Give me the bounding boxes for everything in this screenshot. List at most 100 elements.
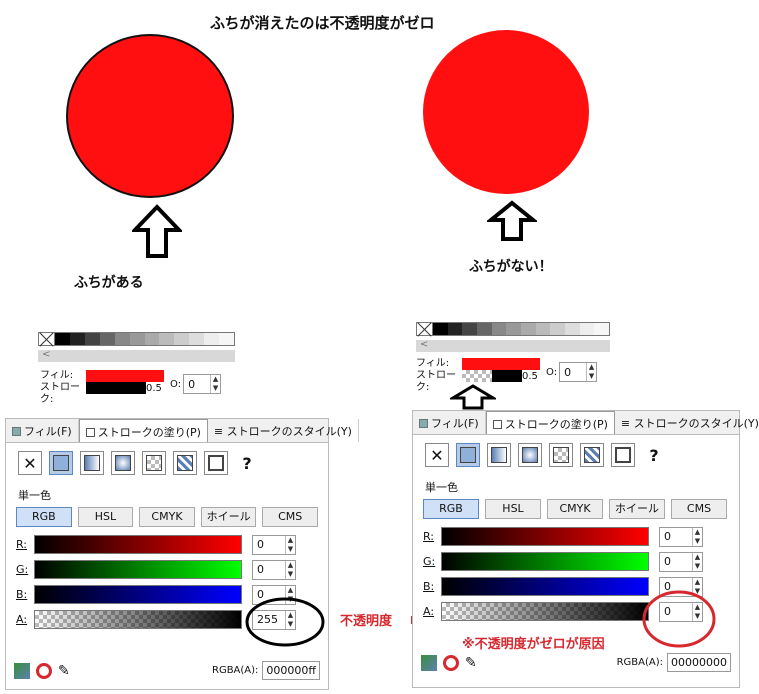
stroke-style-tab-icon: ≡	[620, 417, 634, 430]
channel-g-label: G:	[16, 563, 29, 576]
stroke-label: ストローク:	[40, 382, 80, 405]
tab-stroke-style[interactable]: ≡ ストロークのスタイル(Y)	[208, 419, 359, 442]
help-icon[interactable]: ?	[235, 451, 259, 475]
flat-color-label: 単一色	[425, 481, 458, 494]
page-title: ふちが消えたのは不透明度がゼロ	[210, 14, 435, 32]
rgba-input[interactable]: 00000000	[667, 653, 731, 672]
tab-fill[interactable]: フィル(F)	[413, 411, 486, 434]
color-managed-icon[interactable]	[14, 662, 30, 679]
r-value[interactable]: 0	[253, 538, 268, 551]
tab-stroke-style[interactable]: ≡ ストロークのスタイル(Y)	[615, 411, 759, 434]
mode-rgb[interactable]: RGB	[423, 499, 479, 519]
mode-hsl[interactable]: HSL	[485, 499, 541, 519]
no-paint-icon[interactable]	[39, 333, 55, 345]
radial-gradient-button[interactable]	[111, 451, 135, 475]
up-arrow-icon	[487, 200, 537, 241]
fill-swatch[interactable]	[86, 370, 164, 382]
a-slider[interactable]	[441, 602, 649, 621]
r-slider[interactable]	[441, 527, 649, 546]
swatch-button[interactable]	[173, 451, 197, 475]
out-of-gamut-icon[interactable]	[443, 654, 459, 671]
channel-r-label: R:	[16, 538, 28, 551]
pattern-button[interactable]	[142, 451, 166, 475]
stroke-transparent-swatch[interactable]	[462, 370, 492, 382]
g-value[interactable]: 0	[253, 563, 268, 576]
swatch-row[interactable]	[416, 322, 610, 336]
g-value[interactable]: 0	[660, 555, 675, 568]
fill-tab-icon	[419, 419, 428, 428]
fill-stroke-dialog-left: フィル(F) ストロークの塗り(P) ≡ ストロークのスタイル(Y) ✕ ? 単…	[5, 418, 359, 690]
circle-without-stroke	[423, 30, 589, 194]
up-arrow-icon	[132, 204, 182, 258]
no-paint-button[interactable]: ✕	[18, 451, 42, 475]
style-indicator-left: フィル: ストローク: 0.5 O: 0 ▲ ▼	[40, 366, 230, 406]
mode-wheel[interactable]: ホイール	[200, 507, 257, 527]
swatch-button[interactable]	[580, 443, 604, 467]
no-paint-icon[interactable]	[417, 323, 433, 335]
g-slider[interactable]	[34, 560, 242, 579]
flat-color-button[interactable]	[456, 443, 480, 467]
mode-cms[interactable]: CMS	[262, 507, 318, 527]
g-slider[interactable]	[441, 552, 649, 571]
fill-swatch[interactable]	[462, 358, 540, 370]
channel-a-label: A:	[423, 605, 435, 618]
mode-cmyk[interactable]: CMYK	[547, 499, 603, 519]
color-managed-icon[interactable]	[421, 654, 437, 671]
left-caption: ふちがある	[74, 275, 144, 291]
unset-paint-button[interactable]	[611, 443, 635, 467]
channel-r-label: R:	[423, 530, 435, 543]
swatch-row[interactable]	[38, 332, 235, 346]
mode-wheel[interactable]: ホイール	[609, 499, 665, 519]
r-value[interactable]: 0	[660, 530, 675, 543]
b-slider[interactable]	[34, 585, 242, 604]
unset-paint-button[interactable]	[204, 451, 228, 475]
opacity-value[interactable]: 0	[560, 366, 575, 379]
up-arrow-icon	[450, 384, 496, 410]
stroke-swatch[interactable]	[492, 370, 522, 382]
tab-stroke-paint[interactable]: ストロークの塗り(P)	[485, 411, 615, 434]
stroke-width[interactable]: 0.5	[146, 383, 162, 394]
stroke-style-tab-icon: ≡	[213, 425, 227, 438]
mode-cmyk[interactable]: CMYK	[139, 507, 195, 527]
rgba-input[interactable]: 000000ff	[262, 661, 320, 680]
a-slider[interactable]	[34, 610, 242, 629]
radial-gradient-button[interactable]	[518, 443, 542, 467]
linear-gradient-button[interactable]	[487, 443, 511, 467]
fill-label: フィル:	[40, 370, 74, 381]
eyedropper-icon[interactable]: ✎	[465, 655, 481, 671]
tab-stroke-paint[interactable]: ストロークの塗り(P)	[78, 419, 208, 442]
flat-color-button[interactable]	[49, 451, 73, 475]
mode-cms[interactable]: CMS	[671, 499, 727, 519]
highlight-ellipse-red	[642, 590, 716, 648]
right-caption: ふちがない！	[469, 259, 553, 275]
pattern-button[interactable]	[549, 443, 573, 467]
style-indicator-right: フィル: ストローク: 0.5 O: 0 ▲ ▼	[416, 354, 608, 394]
help-icon[interactable]: ?	[642, 443, 666, 467]
mode-hsl[interactable]: HSL	[77, 507, 134, 527]
rgba-label: RGBA(A):	[616, 657, 663, 668]
tab-fill[interactable]: フィル(F)	[6, 419, 79, 442]
stroke-swatch[interactable]	[86, 382, 146, 394]
opacity-value[interactable]: 0	[184, 378, 199, 391]
out-of-gamut-icon[interactable]	[36, 662, 52, 679]
eyedropper-icon[interactable]: ✎	[58, 663, 74, 679]
mode-rgb[interactable]: RGB	[16, 507, 72, 527]
cause-note: ※不透明度がゼロが原因	[462, 633, 605, 652]
palette-scrollbar[interactable]: <	[416, 339, 610, 352]
rgba-label: RGBA(A):	[212, 665, 259, 676]
opacity-o-label: O:	[546, 366, 558, 378]
fill-tab-icon	[12, 427, 21, 436]
no-paint-button[interactable]: ✕	[425, 443, 449, 467]
channel-g-label: G:	[423, 555, 436, 568]
stroke-paint-tab-icon	[85, 428, 95, 437]
channel-a-label: A:	[16, 613, 28, 626]
channel-b-label: B:	[16, 588, 28, 601]
opacity-annotation: 不透明度	[340, 614, 393, 629]
linear-gradient-button[interactable]	[80, 451, 104, 475]
b-slider[interactable]	[441, 577, 649, 596]
palette-scrollbar[interactable]: <	[38, 349, 235, 362]
opacity-o-label: O:	[170, 378, 182, 390]
r-slider[interactable]	[34, 535, 242, 554]
circle-with-stroke	[66, 34, 234, 198]
stroke-width[interactable]: 0.5	[522, 371, 538, 382]
